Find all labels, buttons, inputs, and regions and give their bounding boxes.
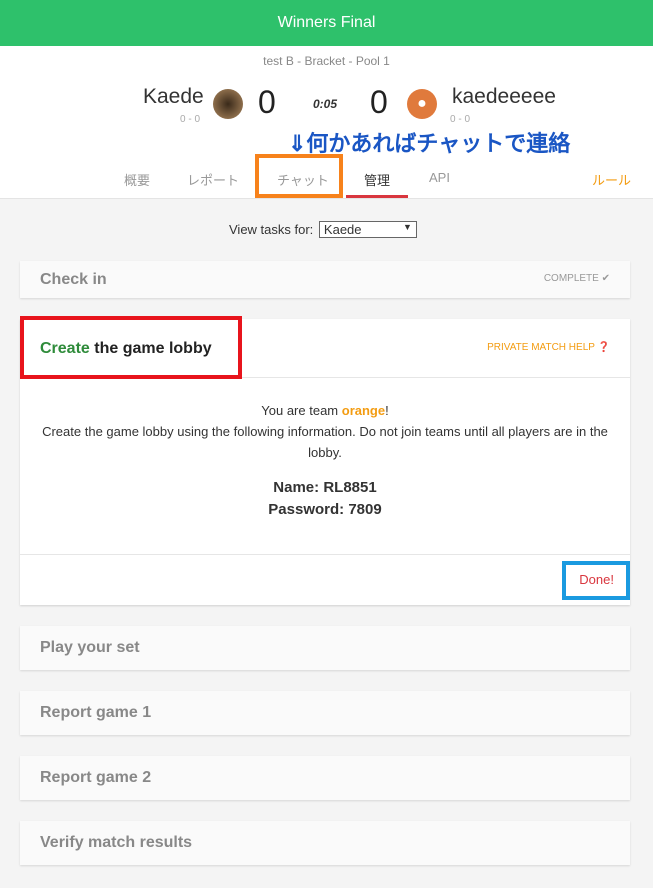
match-timer: 0:05 [313,97,338,111]
done-highlight-box [562,561,630,600]
task-report-game-1[interactable]: Report game 1 [20,691,630,735]
active-tab-indicator [346,195,408,198]
view-tasks-select[interactable]: Kaede ▼ [318,221,417,238]
task-check-in[interactable]: Check in COMPLETE ✔ [20,261,630,298]
player1-score: 0 [258,84,276,120]
player1-record: 0 - 0 [180,114,201,125]
task-title: Check in [40,270,107,288]
player2-record: 0 - 0 [450,114,471,125]
check-icon: ✔ [601,273,610,284]
match-title: Winners Final [0,0,653,46]
bracket-subtitle: test B - Bracket - Pool 1 [263,54,390,68]
task-report-game-2[interactable]: Report game 2 [20,756,630,800]
player1-avatar [213,89,243,119]
match-header: test B - Bracket - Pool 1 Kaede 0 - 0 0 … [0,46,653,199]
team-color: orange [341,403,386,418]
lobby-instructions: You are team orange! Create the game lob… [40,400,610,521]
complete-status: COMPLETE ✔ [543,273,610,284]
selected-value: Kaede [323,222,362,237]
lobby-name: Name: RL8851 [273,479,377,496]
tab-api[interactable]: API [429,170,450,185]
chat-highlight-box [255,154,343,198]
player1-name[interactable]: Kaede [143,85,204,109]
player2-score: 0 [370,84,388,120]
view-tasks-label: View tasks for: [229,222,314,237]
task-play-set[interactable]: Play your set [20,626,630,670]
tab-report[interactable]: レポート [187,170,239,189]
view-tasks-row: View tasks for: Kaede ▼ [229,221,417,238]
dropdown-arrow-icon: ▼ [403,222,412,232]
user-icon: ● [407,89,437,119]
player2-name[interactable]: kaedeeeee [452,85,556,109]
rules-link[interactable]: ルール [592,170,631,189]
help-icon: ❓ [597,342,610,353]
lobby-password: Password: 7809 [268,501,382,518]
tab-manage[interactable]: 管理 [364,170,390,189]
tab-overview[interactable]: 概要 [124,170,150,189]
task-verify-results[interactable]: Verify match results [20,821,630,865]
create-highlight-box [20,316,242,379]
private-match-help-link[interactable]: PRIVATE MATCH HELP ❓ [487,342,610,353]
